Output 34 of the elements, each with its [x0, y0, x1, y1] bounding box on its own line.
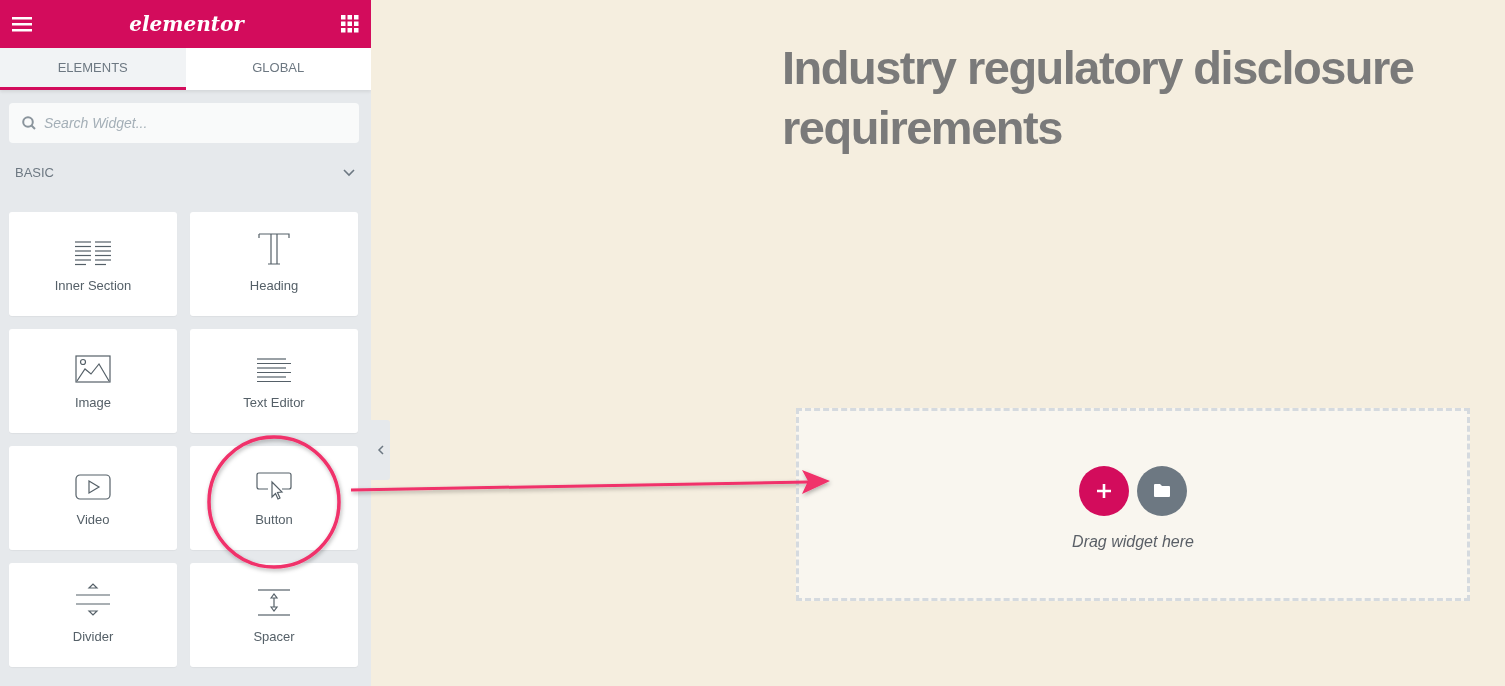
panel-tab[interactable]: ELEMENTS — [0, 48, 186, 90]
cursor-icon — [256, 472, 292, 500]
chevron-icon[interactable] — [343, 169, 355, 177]
collapse-handle[interactable] — [371, 420, 390, 480]
widget-card[interactable]: Video — [9, 446, 177, 550]
category-title[interactable]: BASIC — [15, 163, 54, 183]
widget-card[interactable]: Image — [9, 329, 177, 433]
search-field[interactable]: Search Widget... — [9, 103, 359, 143]
divider-icon — [75, 583, 111, 617]
widget-card[interactable]: Button — [190, 446, 358, 550]
chevron-icon — [377, 445, 384, 455]
search-icon — [22, 116, 36, 130]
spacer-icon — [256, 589, 292, 617]
panel-tab[interactable]: GLOBAL — [185, 48, 371, 90]
folder-icon — [1153, 483, 1171, 498]
drop-zone[interactable]: Drag widget here — [796, 408, 1470, 601]
logo: elementor — [129, 11, 244, 38]
widget-card[interactable]: Heading — [190, 212, 358, 316]
widget-card[interactable]: Inner Section — [9, 212, 177, 316]
text-t-icon — [257, 232, 291, 266]
image-icon — [75, 355, 111, 383]
widget-card[interactable]: Spacer — [190, 563, 358, 667]
template-library-button[interactable] — [1137, 465, 1187, 516]
menu-icon[interactable] — [12, 16, 32, 32]
plus-icon — [1096, 482, 1112, 499]
add-section-button[interactable] — [1079, 465, 1129, 516]
widget-card[interactable]: Divider — [9, 563, 177, 667]
lines-icon — [75, 240, 111, 266]
apps-grid-icon[interactable] — [341, 15, 359, 33]
widget-card[interactable]: Text Editor — [190, 329, 358, 433]
paragraph-icon — [256, 357, 292, 383]
drop-hint: Drag widget here — [1072, 531, 1194, 552]
play-icon — [75, 474, 111, 500]
page-heading: Industry regulatory disclosure requirements — [782, 40, 1415, 156]
